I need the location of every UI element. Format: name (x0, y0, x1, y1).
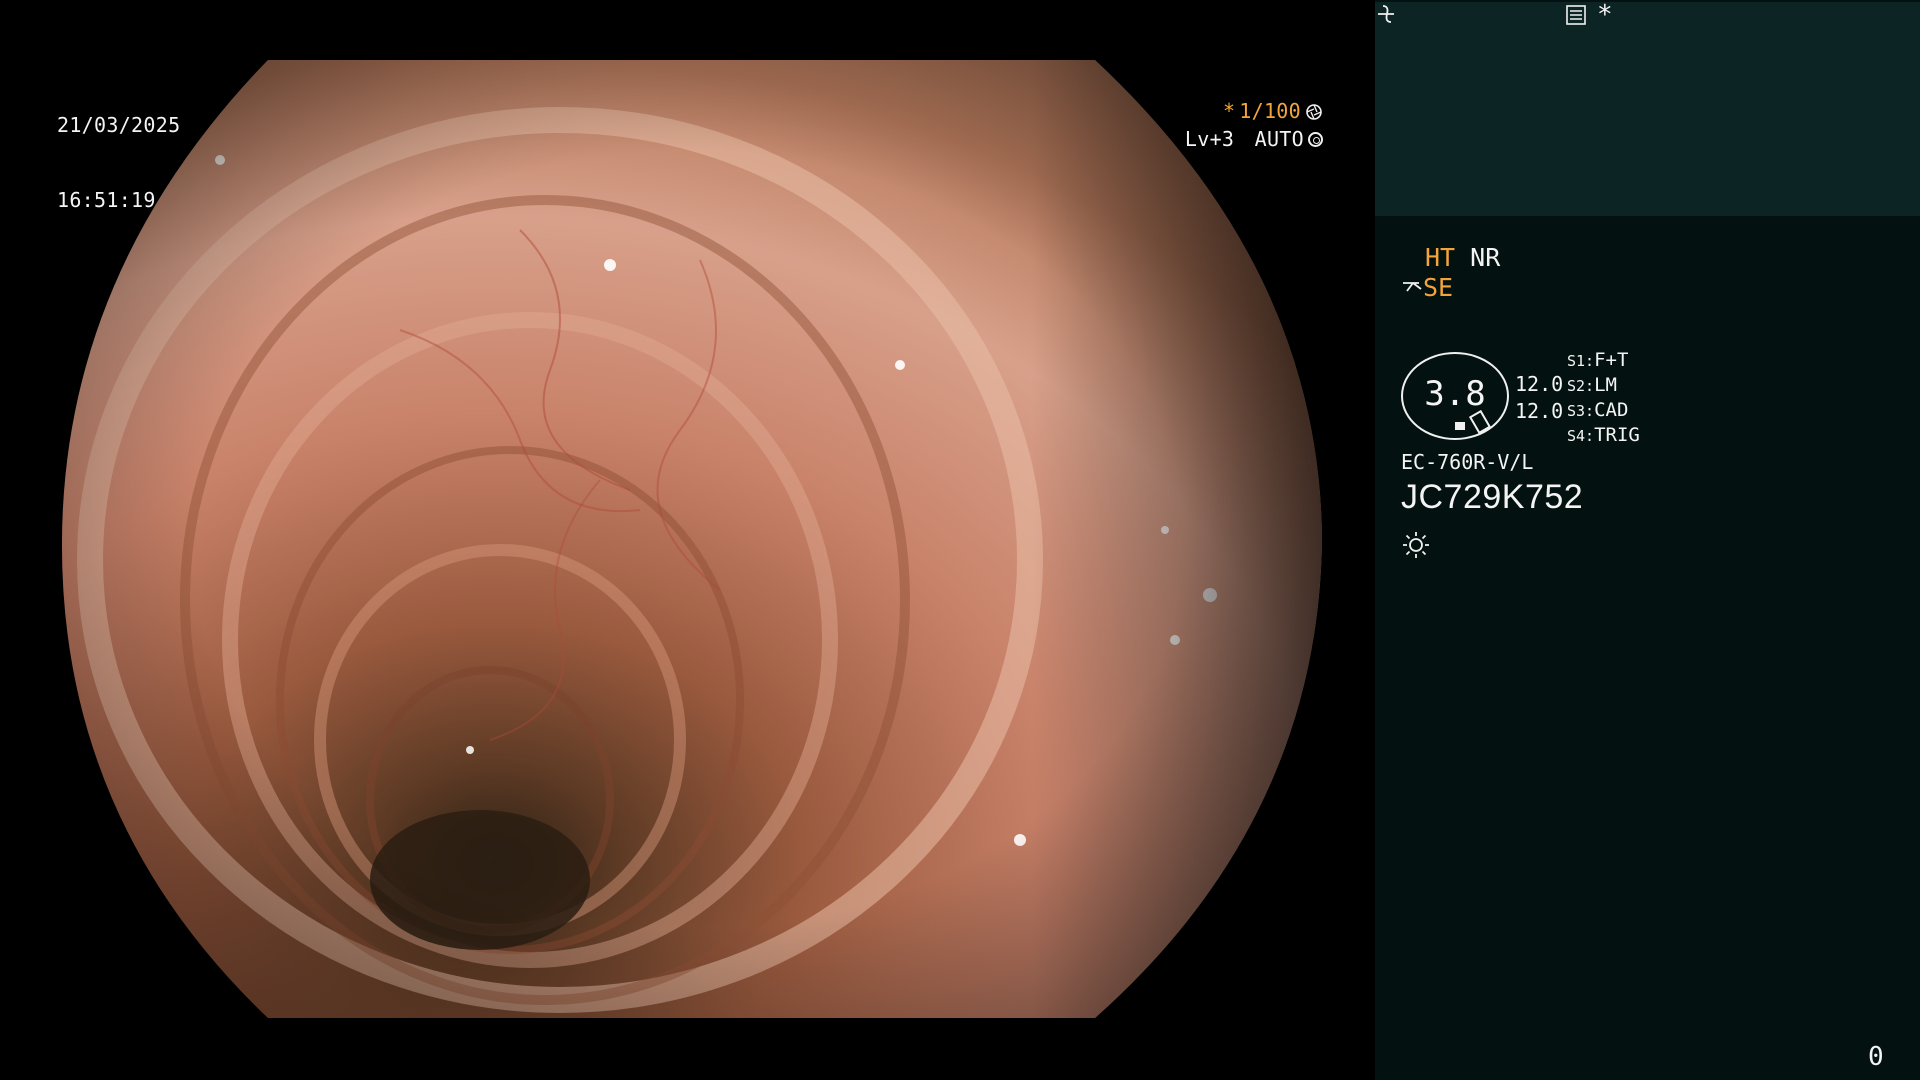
memo-icon (1566, 5, 1586, 25)
endoscopic-image (61, 60, 1322, 1018)
switch-row-s4: S4:TRIG (1567, 424, 1640, 446)
star-marker: * (1597, 0, 1613, 30)
iris-icon (1308, 132, 1323, 147)
brightness-level-readout: Lv+3 AUTO (1185, 127, 1323, 152)
aperture-icon (1306, 103, 1322, 120)
shutter-prefix: * (1222, 99, 1236, 123)
shutter-readout: * 1/100 (1223, 99, 1323, 124)
endoscope-view: 21/03/2025 16:51:19 * 1/100 Lv+3 AUTO (0, 0, 1375, 1080)
date-time-display: 21/03/2025 16:51:19 (57, 63, 180, 263)
mode-ht: HT (1425, 243, 1456, 272)
scope-model: EC-760R-V/L (1401, 450, 1534, 474)
switch-row-s2: S2:LM (1567, 374, 1617, 396)
date-text: 21/03/2025 (57, 113, 181, 137)
switch-row-s1: S1:F+T (1567, 349, 1629, 371)
scope-value: 3.8 (1424, 374, 1486, 414)
scope-tilt-indicator (1468, 409, 1492, 435)
mode-nr: NR (1470, 243, 1501, 272)
enhance-icon (1378, 5, 1394, 23)
exposure-mode-text: AUTO (1254, 127, 1304, 151)
scope-mark (1455, 422, 1465, 430)
frame-counter: 0 (1868, 1042, 1884, 1072)
scope-indicator: 3.8 (1401, 352, 1509, 440)
level-text: Lv+3 (1184, 127, 1235, 151)
mode-se: SE (1423, 273, 1454, 302)
structure-enhance-row: SE (1401, 274, 1453, 302)
info-panel: HT NR SE * 3.8 12.0 12.0 S1:F+T S2:LM S3… (1375, 0, 1920, 1080)
scope-serial: JC729K752 (1401, 478, 1584, 516)
shutter-speed-text: 1/100 (1239, 99, 1301, 123)
zoom-value-bottom: 12.0 (1515, 399, 1564, 423)
scissors-icon (1403, 282, 1422, 292)
switch-row-s3: S3:CAD (1567, 399, 1629, 421)
light-icon (1403, 532, 1429, 558)
processing-modes: HT NR (1425, 244, 1500, 272)
zoom-value-top: 12.0 (1515, 372, 1564, 396)
time-text: 16:51:19 (57, 188, 156, 212)
thumbnail-area (1375, 2, 1920, 216)
